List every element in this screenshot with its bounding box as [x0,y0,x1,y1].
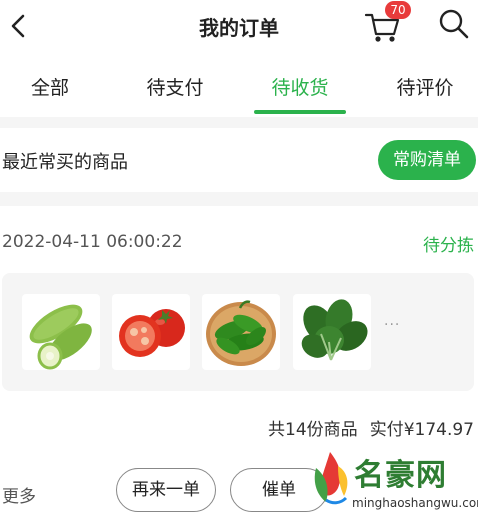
product-thumb-tomato[interactable] [112,294,190,370]
item-count: 共14份商品 [268,420,358,440]
active-tab-indicator [254,110,346,114]
more-products-indicator: ··· [384,317,401,333]
order-status: 待分拣 [423,236,474,256]
watermark-url: minghaoshangwu.com [352,496,478,510]
search-button[interactable] [438,8,470,42]
order-summary: 共14份商品 实付¥174.97 [268,415,474,440]
reorder-button[interactable]: 再来一单 [116,468,216,512]
tab-all[interactable]: 全部 [0,55,105,117]
more-actions-link[interactable]: 更多 [2,482,36,507]
order-datetime: 2022-04-11 06:00:22 [2,232,183,252]
recent-products-bar: 最近常买的商品 常购清单 [0,128,478,192]
product-thumb-green-pepper[interactable] [202,294,280,370]
frequent-list-button[interactable]: 常购清单 [378,140,476,180]
cart-count-badge: 70 [385,1,411,19]
header-bar: 我的订单 70 [0,0,478,55]
tab-pending-review[interactable]: 待评价 [370,55,478,117]
search-icon [439,9,469,39]
green-pepper-image [206,300,276,366]
tab-pending-receipt[interactable]: 待收货 [245,55,355,117]
tomato-image [119,309,185,357]
chevron-left-icon [11,14,25,38]
paid-amount: ¥174.97 [403,420,474,440]
product-thumb-spinach[interactable] [293,294,371,370]
order-products[interactable]: ··· [2,273,474,391]
watermark: 名豪网 minghaoshangwu.com [306,446,478,520]
product-thumb-zucchini[interactable] [22,294,100,370]
order-tabs: 全部 待支付 待收货 待评价 [0,55,478,117]
spinach-image [301,299,368,361]
zucchini-image [29,304,92,370]
cart-button[interactable]: 70 [364,1,411,44]
back-button[interactable] [4,8,32,44]
watermark-brand: 名豪网 [354,458,447,493]
tab-pending-payment[interactable]: 待支付 [120,55,230,117]
watermark-logo-icon [314,452,348,505]
paid-label: 实付 [369,420,404,440]
recent-products-label: 最近常买的商品 [2,152,128,173]
